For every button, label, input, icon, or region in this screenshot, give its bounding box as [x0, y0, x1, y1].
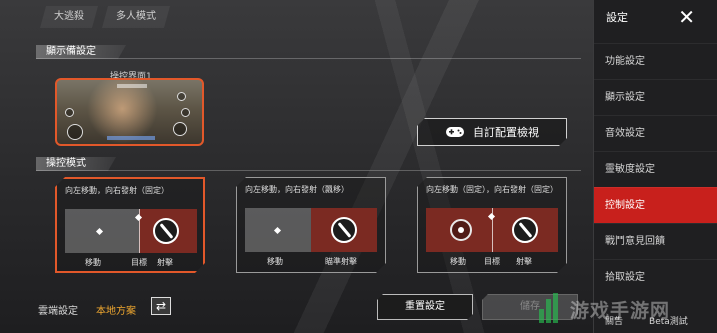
section-divider [36, 170, 581, 171]
label-target: 目標 [484, 257, 500, 266]
cloud-settings-label: 雲端設定 [38, 306, 78, 317]
watermark-text: 游戏手游网 [570, 299, 671, 322]
tab-battle-royale[interactable]: 大逃殺 [40, 6, 98, 28]
control-mode-section-title: 操控模式 [36, 157, 116, 171]
layout-preview-thumbnail[interactable] [55, 78, 204, 146]
label-aim-fire: 瞄準射擊 [325, 257, 357, 266]
control-mode-card-dual-fixed[interactable]: 向左移動（固定），向右發射（固定） 移動 目標 射擊 [417, 177, 567, 273]
sidebar-title: 設定 [606, 11, 628, 24]
reset-settings-button[interactable]: 重置設定 [377, 294, 473, 320]
control-mode-card-float[interactable]: 向左移動，向右發射（飄移） 移動 瞄準射擊 [236, 177, 386, 273]
label-move: 移動 [450, 257, 466, 266]
mode-title: 向左移動，向右發射（固定） [65, 186, 169, 195]
display-section-title: 顯示備設定 [36, 45, 126, 59]
sidebar-header: 設定 ✕ [594, 0, 717, 34]
control-mode-card-fixed[interactable]: 向左移動，向右發射（固定） 移動 目標 射擊 [55, 177, 205, 273]
sidebar-item-function[interactable]: 功能設定 [594, 43, 717, 79]
sidebar-item-combat-feedback[interactable]: 戰鬥意見回饋 [594, 223, 717, 259]
joystick-icon [450, 219, 472, 241]
custom-layout-view-button[interactable]: 自訂配置檢視 [417, 118, 567, 146]
label-fire: 射擊 [516, 257, 532, 266]
watermark-logo-icon [535, 293, 565, 325]
label-target: 目標 [131, 258, 147, 267]
label-move: 移動 [267, 257, 283, 266]
knife-fire-icon [331, 217, 357, 243]
custom-layout-label: 自訂配置檢視 [473, 126, 539, 139]
swap-icon[interactable]: ⇄ [151, 297, 171, 315]
label-move: 移動 [85, 258, 101, 267]
top-mode-tabs: 大逃殺 多人模式 [40, 6, 170, 28]
local-plan-label: 本地方案 [96, 306, 136, 317]
sidebar-item-audio[interactable]: 音效設定 [594, 115, 717, 151]
knife-fire-icon [512, 217, 538, 243]
watermark: 游戏手游网 [535, 290, 710, 328]
section-divider [36, 58, 581, 59]
sidebar-item-display[interactable]: 顯示設定 [594, 79, 717, 115]
tab-multiplayer[interactable]: 多人模式 [102, 6, 170, 28]
settings-sidebar: 設定 ✕ 功能設定 顯示設定 音效設定 靈敏度設定 控制設定 戰鬥意見回饋 拾取… [593, 0, 717, 333]
mode-title: 向左移動，向右發射（飄移） [245, 185, 349, 194]
sidebar-item-controls[interactable]: 控制設定 [594, 187, 717, 223]
gamepad-icon [445, 125, 465, 139]
sidebar-item-sensitivity[interactable]: 靈敏度設定 [594, 151, 717, 187]
mode-title: 向左移動（固定），向右發射（固定） [426, 185, 558, 194]
close-icon[interactable]: ✕ [678, 5, 695, 29]
label-fire: 射擊 [157, 258, 173, 267]
knife-fire-icon [153, 218, 179, 244]
